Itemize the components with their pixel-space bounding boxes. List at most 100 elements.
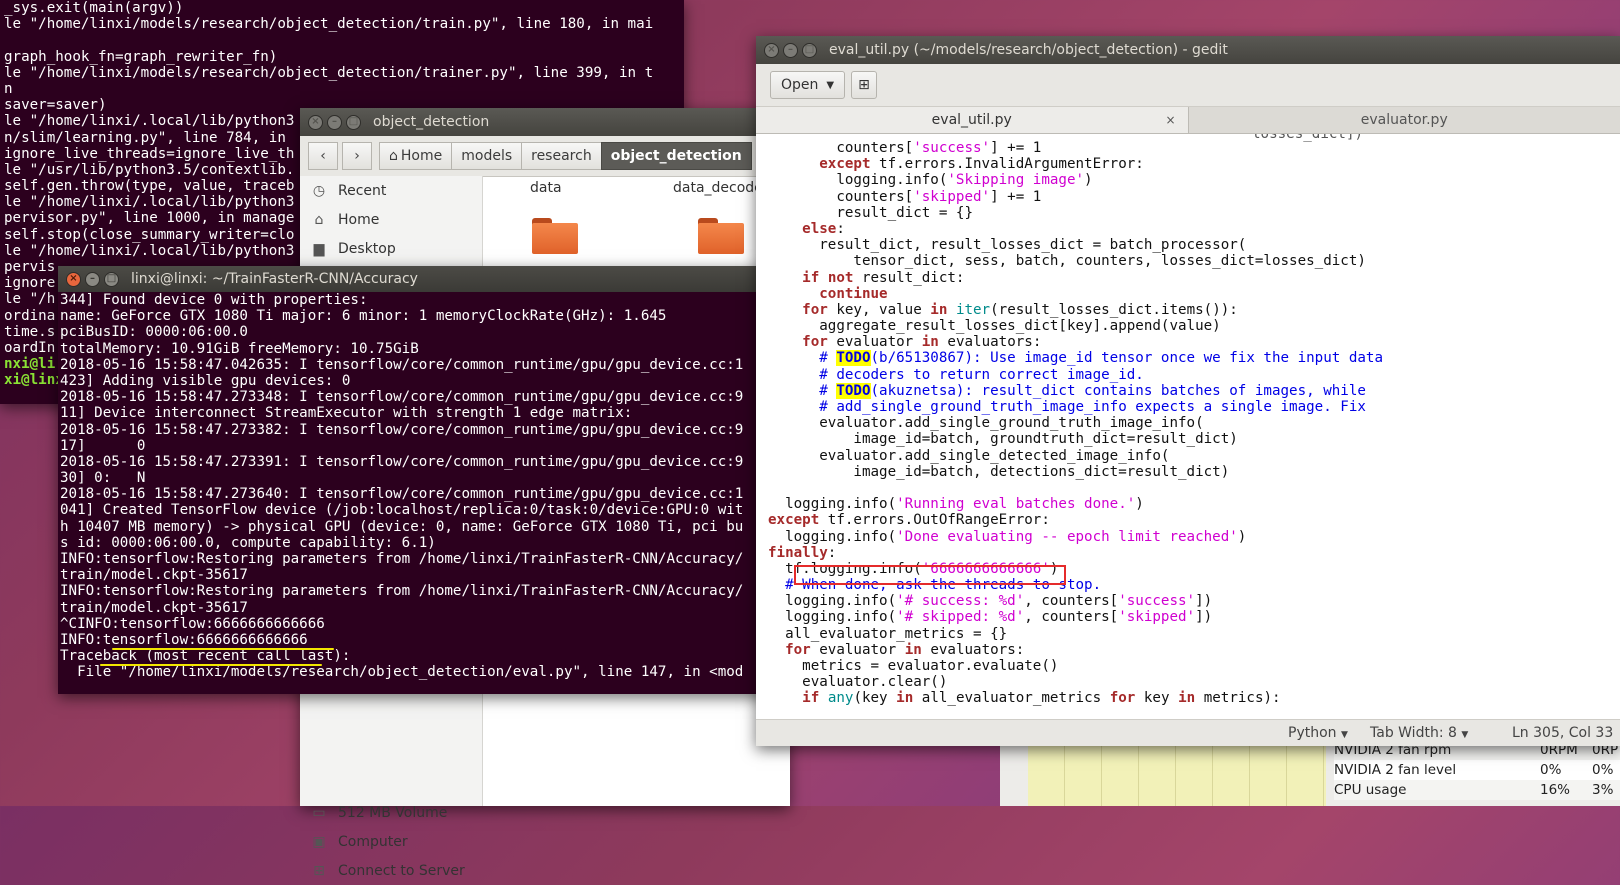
file-manager-titlebar[interactable]: × – □ object_detection (300, 108, 790, 136)
code-line: logging.info('Skipping image') (756, 172, 1383, 188)
annotation-underline (100, 664, 322, 666)
terminal-front-titlebar[interactable]: × – □ linxi@linxi: ~/TrainFasterR-CNN/Ac… (58, 266, 774, 292)
breadcrumb-models[interactable]: models (451, 142, 522, 170)
gedit-tab-bar: eval_util.py× evaluator.py (756, 107, 1620, 134)
maximize-icon[interactable]: □ (802, 43, 817, 58)
code-line: # decoders to return correct image_id. (756, 367, 1383, 383)
breadcrumb-home[interactable]: ⌂Home (379, 142, 452, 170)
graph-area (1028, 742, 1326, 806)
sidebar-item-desktop[interactable]: ▆Desktop (300, 234, 482, 263)
new-tab-button[interactable]: ⊞ (851, 71, 877, 99)
close-icon[interactable]: × (66, 272, 81, 287)
code-line: for key, value in iter(result_losses_dic… (756, 302, 1383, 318)
sidebar-item-connect-server[interactable]: ⊞Connect to Server (300, 856, 482, 885)
code-line (756, 480, 1383, 496)
close-icon[interactable]: × (308, 115, 323, 130)
terminal-line (4, 32, 684, 48)
code-line: logging.info('# success: %d', counters['… (756, 593, 1383, 609)
minimize-icon[interactable]: – (783, 43, 798, 58)
close-icon[interactable]: × (1165, 113, 1175, 127)
folder-icon[interactable] (532, 218, 578, 254)
terminal-line: 344] Found device 0 with properties: (60, 292, 774, 308)
breadcrumb-research[interactable]: research (521, 142, 602, 170)
network-icon: ⊞ (310, 863, 328, 879)
forward-button[interactable]: › (342, 142, 372, 170)
file-manager-title: object_detection (373, 114, 489, 130)
code-line: metrics = evaluator.evaluate() (756, 658, 1383, 674)
sensor-value: 16% (1540, 782, 1592, 798)
code-line: # TODO(b/65130867): Use image_id tensor … (756, 350, 1383, 366)
terminal-line: totalMemory: 10.91GiB freeMemory: 10.75G… (60, 341, 774, 357)
home-icon: ⌂ (389, 148, 398, 164)
terminal-line: ^CINFO:tensorflow:6666666666666 (60, 616, 774, 632)
sidebar-item-volume[interactable]: ▭512 MB Volume (300, 798, 482, 827)
terminal-line: File "/home/linxi/models/research/object… (60, 664, 774, 680)
terminal-line: 11] Device interconnect StreamExecutor w… (60, 405, 774, 421)
terminal-line: name: GeForce GTX 1080 Ti major: 6 minor… (60, 308, 774, 324)
clock-icon: ◷ (310, 183, 328, 199)
code-line: aggregate_result_losses_dict[key].append… (756, 318, 1383, 334)
gedit-window[interactable]: × – □ eval_util.py (~/models/research/ob… (756, 36, 1620, 746)
code-line: tensor_dict, sess, batch, counters, loss… (756, 253, 1383, 269)
terminal-line: s id: 0000:06:00.0, compute capability: … (60, 535, 774, 551)
minimize-icon[interactable]: – (327, 115, 342, 130)
code-line: result_dict = {} (756, 205, 1383, 221)
folder-icon[interactable] (698, 218, 744, 254)
sensor-value: 0% (1592, 762, 1613, 778)
terminal-line: 2018-05-16 15:58:47.273382: I tensorflow… (60, 422, 774, 438)
gedit-statusbar: Python ▼ Tab Width: 8 ▼ Ln 305, Col 33 (756, 719, 1620, 746)
language-selector[interactable]: Python ▼ (1288, 725, 1348, 741)
drive-icon: ▭ (310, 805, 328, 821)
code-line: logging.info('# skipped: %d', counters['… (756, 609, 1383, 625)
code-line: counters['success'] += 1 (756, 140, 1383, 156)
terminal-line: le "/home/linxi/models/research/object_d… (4, 65, 684, 81)
sidebar-item-computer[interactable]: ▣Computer (300, 827, 482, 856)
tab-width-selector[interactable]: Tab Width: 8 ▼ (1370, 725, 1468, 741)
tab-evaluator[interactable]: evaluator.py (1189, 107, 1620, 133)
gedit-title: eval_util.py (~/models/research/object_d… (829, 42, 1228, 58)
sidebar-item-home[interactable]: ⌂Home (300, 205, 482, 234)
minimize-icon[interactable]: – (85, 272, 100, 287)
back-button[interactable]: ‹ (308, 142, 338, 170)
terminal-line: INFO:tensorflow:6666666666666 (60, 632, 774, 648)
new-document-icon: ⊞ (858, 77, 870, 93)
terminal-line: 2018-05-16 15:58:47.042635: I tensorflow… (60, 357, 774, 373)
maximize-icon[interactable]: □ (346, 115, 361, 130)
terminal-line: 041] Created TensorFlow device (/job:loc… (60, 502, 774, 518)
code-line: image_id=batch, groundtruth_dict=result_… (756, 431, 1383, 447)
file-item-data[interactable]: data (530, 180, 562, 196)
chevron-right-icon: › (354, 148, 360, 164)
sidebar-item-recent[interactable]: ◷Recent (300, 176, 482, 205)
sensor-value: 0% (1540, 762, 1592, 778)
terminal-line: 2018-05-16 15:58:47.273640: I tensorflow… (60, 486, 774, 502)
code-editor[interactable]: losses_dict]) counters['success'] += 1 e… (756, 134, 1620, 720)
code-line: if not result_dict: (756, 270, 1383, 286)
chevron-down-icon: ▼ (1461, 730, 1468, 740)
gedit-titlebar[interactable]: × – □ eval_util.py (~/models/research/ob… (756, 36, 1620, 64)
close-icon[interactable]: × (764, 43, 779, 58)
code-line: except tf.errors.OutOfRangeError: (756, 512, 1383, 528)
chevron-left-icon: ‹ (320, 148, 326, 164)
code-line: all_evaluator_metrics = {} (756, 626, 1383, 642)
terminal-line: graph_hook_fn=graph_rewriter_fn) (4, 49, 684, 65)
annotation-underline (112, 648, 334, 650)
terminal-line: 2018-05-16 15:58:47.273391: I tensorflow… (60, 454, 774, 470)
code-line: logging.info('Done evaluating -- epoch l… (756, 529, 1383, 545)
tab-eval-util[interactable]: eval_util.py× (756, 107, 1189, 133)
code-line: continue (756, 286, 1383, 302)
cursor-position[interactable]: Ln 305, Col 33 (1512, 725, 1613, 741)
open-button[interactable]: Open▼ (770, 71, 845, 99)
system-monitor-window: NVIDIA 2 fan rpm0RPM0RPNVIDIA 2 fan leve… (1000, 742, 1620, 806)
maximize-icon[interactable]: □ (104, 272, 119, 287)
code-line: else: (756, 221, 1383, 237)
terminal-line: 17] 0 (60, 438, 774, 454)
code-line: for evaluator in evaluators: (756, 642, 1383, 658)
terminal-line: INFO:tensorflow:Restoring parameters fro… (60, 551, 774, 567)
terminal-front-window[interactable]: × – □ linxi@linxi: ~/TrainFasterR-CNN/Ac… (58, 266, 774, 694)
code-line: except tf.errors.InvalidArgumentError: (756, 156, 1383, 172)
breadcrumb-object-detection[interactable]: object_detection (601, 142, 752, 170)
terminal-line: 423] Adding visible gpu devices: 0 (60, 373, 774, 389)
code-line: if any(key in all_evaluator_metrics for … (756, 690, 1383, 706)
sensor-value: 3% (1592, 782, 1613, 798)
code-line: counters['skipped'] += 1 (756, 189, 1383, 205)
